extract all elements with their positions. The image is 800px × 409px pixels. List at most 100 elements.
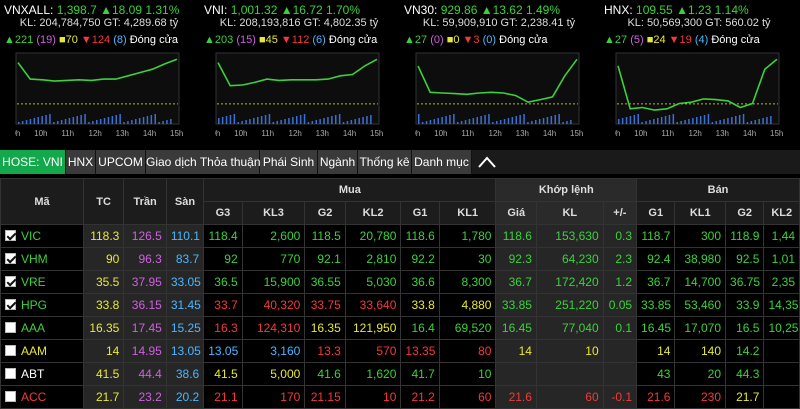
volume-bar (664, 116, 667, 124)
table-row[interactable]: AAM 14 14.95 13.05 13.05 3,160 13.3 570 13.35 80 1… (0, 339, 800, 363)
cell: 69,520 (438, 316, 497, 340)
table-row[interactable]: VIC 118.3 126.5 110.1 118.4 2,600 118.5 20,780 1… (0, 224, 800, 248)
tab-negotiated[interactable]: Giao dịch Thỏa thuận (146, 150, 261, 174)
volume-bar (229, 115, 232, 124)
cell: 36.7 (636, 270, 676, 294)
watch-checkbox[interactable] (5, 322, 16, 333)
hour-tick-label: 10h (34, 129, 47, 138)
symbol-cell[interactable]: AAA (0, 316, 84, 340)
symbol-cell[interactable]: VRE (0, 270, 84, 294)
watch-checkbox[interactable] (5, 230, 16, 241)
index-vni[interactable]: VNI: 1,001.32 ▲16.72 1.70% KL: 208,193,8… (200, 0, 400, 150)
table-row[interactable]: ABT 41.5 44.4 38.6 41.5 5,000 41.6 1,620 41.7 10 4… (0, 362, 800, 386)
tab-statistics[interactable]: Thống kê (358, 150, 412, 174)
ref-price: 90 (82, 247, 125, 271)
floor-count: (6) (312, 34, 326, 46)
cell: 4,880 (438, 293, 497, 317)
cell (763, 385, 800, 409)
volume-bar (107, 117, 110, 124)
tab-sectors[interactable]: Ngành (318, 150, 358, 174)
intraday-chart: 09h 10h 11h 12h 13h 14h 15h (215, 52, 383, 138)
volume-bar (131, 120, 133, 124)
volume-bar (762, 118, 764, 124)
index-volume: KL: 204,784,750 GT: 4,289.68 tỷ (19, 17, 179, 29)
cell: 300 (674, 224, 727, 248)
tab-upcom[interactable]: UPCOM (96, 150, 146, 174)
cell: 1,01 (763, 247, 800, 271)
tab-hnx[interactable]: HNX (66, 150, 96, 174)
volume-bar (699, 116, 702, 124)
index-vn30[interactable]: VN30: 929.86 ▲13.62 1.49% KL: 59,909,910… (400, 0, 600, 150)
cell: 172,420 (535, 270, 604, 294)
cell: 33.7 (203, 293, 243, 317)
volume-bar (531, 121, 533, 124)
volume-bar (96, 120, 98, 124)
ceiling-count: (5) (630, 34, 644, 46)
volume-bar (433, 119, 436, 124)
index-vnxall[interactable]: VNXALL: 1,398.7 ▲18.09 1.31% KL: 204,784… (0, 0, 200, 150)
volume-bar (550, 116, 553, 124)
tab-watchlist[interactable]: Danh mục (412, 150, 472, 174)
table-row[interactable]: ACC 21.7 23.2 20.2 21.1 170 21.15 10 21.2 60 21.6 6… (0, 385, 800, 409)
volume-bar (625, 117, 628, 124)
symbol-cell[interactable]: ABT (0, 362, 84, 386)
hour-tick-label: 13h (316, 129, 329, 138)
symbol-code: AAA (21, 321, 46, 335)
cell: 21.7 (725, 385, 765, 409)
volume-bar (653, 119, 655, 124)
tab-derivatives[interactable]: Phái Sinh (260, 150, 318, 174)
floor-price: 31.45 (165, 293, 205, 317)
ref-price: 14 (82, 339, 125, 363)
symbol-code: VHM (21, 252, 48, 266)
symbol-cell[interactable]: ACC (0, 385, 84, 409)
watch-checkbox[interactable] (5, 253, 16, 264)
volume-bar (633, 115, 636, 124)
symbol-cell[interactable]: VIC (0, 224, 84, 248)
tab-hose[interactable]: HOSE: VNI (0, 150, 66, 174)
watch-checkbox[interactable] (5, 391, 16, 402)
volume-bar (138, 118, 141, 124)
header-bid-g2: G2 (304, 201, 346, 225)
symbol-cell[interactable]: VHM (0, 247, 84, 271)
table-row[interactable]: HPG 33.8 36.15 31.45 33.7 40,320 33.75 33,640 33… (0, 293, 800, 317)
header-floor: Sàn (165, 178, 205, 225)
cell: 64,230 (535, 247, 604, 271)
hour-tick-label: 13h (516, 129, 529, 138)
table-row[interactable]: VRE 35.5 37.95 33.05 36.5 15,900 36.55 5,030 36.… (0, 270, 800, 294)
volume-bar (366, 116, 368, 124)
volume-bar (449, 115, 451, 124)
header-ask-g1: G1 (636, 201, 676, 225)
index-hnx[interactable]: HNX: 109.55 ▲1.23 1.14% KL: 50,569,300 G… (600, 0, 800, 150)
collapse-up-icon[interactable] (476, 152, 498, 172)
volume-bar (538, 119, 541, 124)
hour-tick-label: 11h (661, 129, 674, 138)
floor-count: (4) (694, 34, 709, 46)
volume-bar (668, 115, 671, 124)
volume-bar (166, 120, 168, 124)
price-board: Mã TC Trần Sàn Mua Khớp lệnh Bán G3 KL3 … (0, 178, 800, 409)
table-row[interactable]: AAA 16.35 17.45 15.25 16.3 124,310 16.35 121,95… (0, 316, 800, 340)
watch-checkbox[interactable] (5, 276, 16, 287)
cell: 20,780 (344, 224, 402, 248)
watch-checkbox[interactable] (5, 368, 16, 379)
cell (602, 362, 638, 386)
volume-bar (92, 121, 94, 124)
cell: 13.05 (203, 339, 243, 363)
volume-bar (111, 116, 114, 124)
symbol-cell[interactable]: HPG (0, 293, 84, 317)
symbol-code: ACC (21, 390, 47, 404)
volume-bar (715, 121, 717, 124)
watch-checkbox[interactable] (5, 299, 16, 310)
table-row[interactable]: VHM 90 96.3 83.7 92 770 92.1 2,810 92.2 30 92.3 64,… (0, 247, 800, 271)
volume-bar (746, 122, 749, 124)
volume-bar (735, 116, 737, 124)
hour-tick-label: 12h (89, 129, 102, 138)
cell: 14.2 (725, 339, 765, 363)
ceiling-price: 96.3 (123, 247, 167, 271)
header-match-volume: KL (535, 201, 604, 225)
watch-checkbox[interactable] (5, 345, 16, 356)
symbol-cell[interactable]: AAM (0, 339, 84, 363)
cell: 30 (438, 247, 497, 271)
volume-bar (119, 114, 121, 124)
hour-tick-label: 14h (543, 129, 556, 138)
